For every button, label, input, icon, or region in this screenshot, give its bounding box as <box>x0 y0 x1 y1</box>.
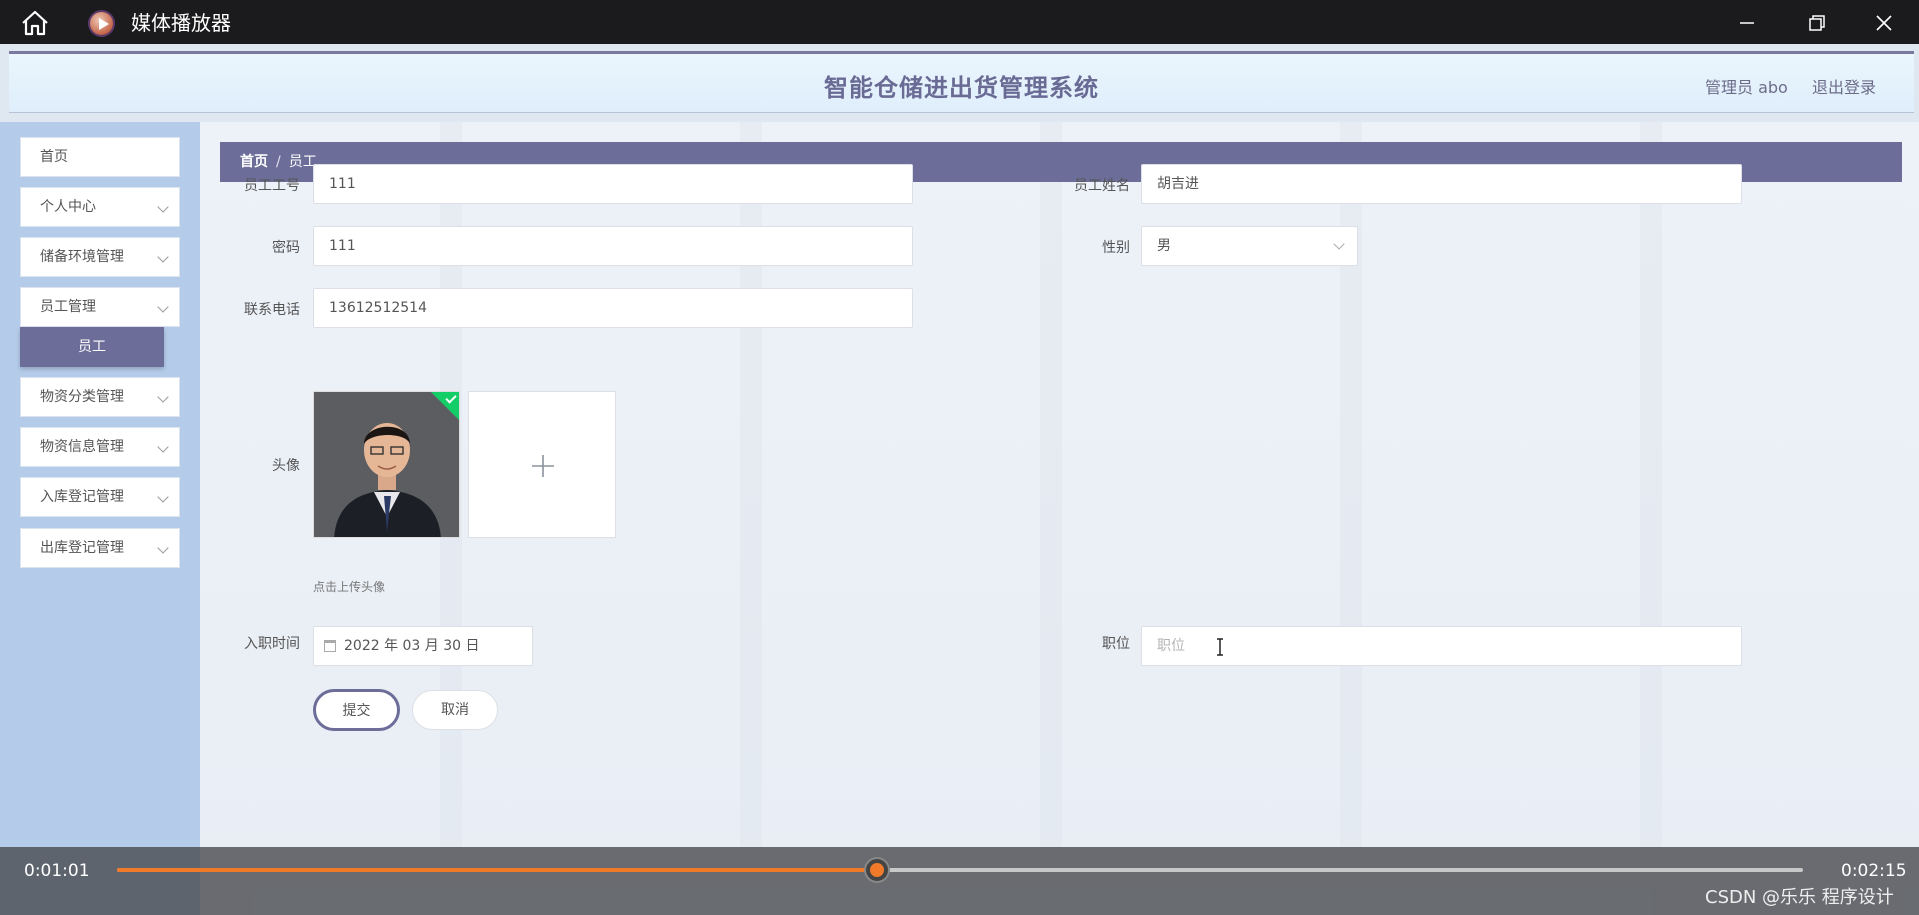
breadcrumb-home[interactable]: 首页 <box>240 154 268 170</box>
sidebar-item-home[interactable]: 首页 <box>20 137 180 177</box>
total-time: 0:02:15 <box>1841 861 1907 881</box>
chevron-down-icon <box>157 301 169 313</box>
phone-input[interactable]: 13612512514 <box>313 288 913 328</box>
system-title: 智能仓储进出货管理系统 <box>824 74 1099 102</box>
avatar-upload-button[interactable] <box>468 391 616 538</box>
position-label: 职位 <box>1102 636 1130 652</box>
sidebar-item-label: 物资信息管理 <box>40 439 124 455</box>
employee-id-input[interactable]: 111 <box>313 164 913 204</box>
sidebar-item-label: 个人中心 <box>40 199 96 215</box>
seek-bar-handle[interactable] <box>866 859 889 881</box>
avatar-upload-hint: 点击上传头像 <box>313 580 386 594</box>
cancel-button[interactable]: 取消 <box>412 690 498 730</box>
maximize-icon[interactable] <box>1801 8 1831 38</box>
position-input[interactable]: 职位 <box>1141 626 1742 666</box>
sidebar-item-material-info[interactable]: 物资信息管理 <box>20 427 180 467</box>
chevron-down-icon <box>1333 238 1345 250</box>
employee-id-label: 员工工号 <box>244 178 300 194</box>
main-content: 首页 / 员工 员工工号 111 员工姓名 胡吉进 密码 111 性别 男 联系电话… <box>200 122 1919 847</box>
chevron-down-icon <box>157 441 169 453</box>
gender-select[interactable]: 男 <box>1141 226 1358 266</box>
media-player-controls: 0:01:01 0:02:15 CSDN @乐乐 程序设计 <box>0 847 1919 915</box>
hire-date-label: 入职时间 <box>244 636 300 652</box>
sidebar-subitem-employee[interactable]: 员工 <box>20 327 164 367</box>
close-icon[interactable] <box>1869 8 1899 38</box>
sidebar-item-label: 物资分类管理 <box>40 389 124 405</box>
password-label: 密码 <box>272 240 300 256</box>
gender-label: 性别 <box>1102 240 1130 256</box>
home-icon[interactable] <box>20 10 50 36</box>
media-player-icon <box>88 10 115 37</box>
app-header: 智能仓储进出货管理系统 管理员 abo 退出登录 <box>9 51 1914 113</box>
sidebar-item-inbound[interactable]: 入库登记管理 <box>20 477 180 517</box>
minimize-icon[interactable] <box>1732 8 1762 38</box>
sidebar-item-employee-management[interactable]: 员工管理 <box>20 287 180 327</box>
seek-bar-progress <box>117 868 878 872</box>
chevron-down-icon <box>157 251 169 263</box>
gender-value: 男 <box>1157 238 1171 254</box>
window-titlebar: 媒体播放器 <box>0 0 1919 44</box>
plus-icon <box>532 455 554 477</box>
logout-link[interactable]: 退出登录 <box>1812 74 1876 98</box>
sidebar-item-storage-environment[interactable]: 储备环境管理 <box>20 237 180 277</box>
phone-label: 联系电话 <box>244 302 300 318</box>
calendar-icon <box>324 640 336 652</box>
breadcrumb-separator: / <box>276 154 281 170</box>
text-cursor-icon <box>1217 638 1223 656</box>
sidebar-item-label: 首页 <box>40 149 68 165</box>
avatar-label: 头像 <box>272 458 300 474</box>
sidebar-item-label: 员工管理 <box>40 299 96 315</box>
chevron-down-icon <box>157 542 169 554</box>
seek-bar[interactable] <box>117 859 1803 881</box>
submit-button[interactable]: 提交 <box>313 689 400 731</box>
sidebar-item-outbound[interactable]: 出库登记管理 <box>20 528 180 568</box>
password-input[interactable]: 111 <box>313 226 913 266</box>
sidebar-item-material-category[interactable]: 物资分类管理 <box>20 377 180 417</box>
current-time: 0:01:01 <box>24 861 90 881</box>
admin-label: 管理员 abo <box>1705 78 1788 97</box>
sidebar-item-label: 储备环境管理 <box>40 249 124 265</box>
chevron-down-icon <box>157 391 169 403</box>
hire-date-picker[interactable]: 2022 年 03 月 30 日 <box>313 626 533 666</box>
sidebar-item-personal-center[interactable]: 个人中心 <box>20 187 180 227</box>
sidebar: 首页 个人中心 储备环境管理 员工管理 员工 物资分类管理 物资信息管理 入库登… <box>0 122 200 915</box>
sidebar-item-label: 入库登记管理 <box>40 489 124 505</box>
avatar-preview[interactable] <box>313 391 460 538</box>
chevron-down-icon <box>157 201 169 213</box>
window-title: 媒体播放器 <box>131 11 231 35</box>
chevron-down-icon <box>157 491 169 503</box>
employee-name-label: 员工姓名 <box>1074 178 1130 194</box>
employee-name-input[interactable]: 胡吉进 <box>1141 164 1742 204</box>
hire-date-value: 2022 年 03 月 30 日 <box>344 638 480 654</box>
watermark: CSDN @乐乐 程序设计 <box>1705 887 1894 908</box>
sidebar-item-label: 出库登记管理 <box>40 540 124 556</box>
